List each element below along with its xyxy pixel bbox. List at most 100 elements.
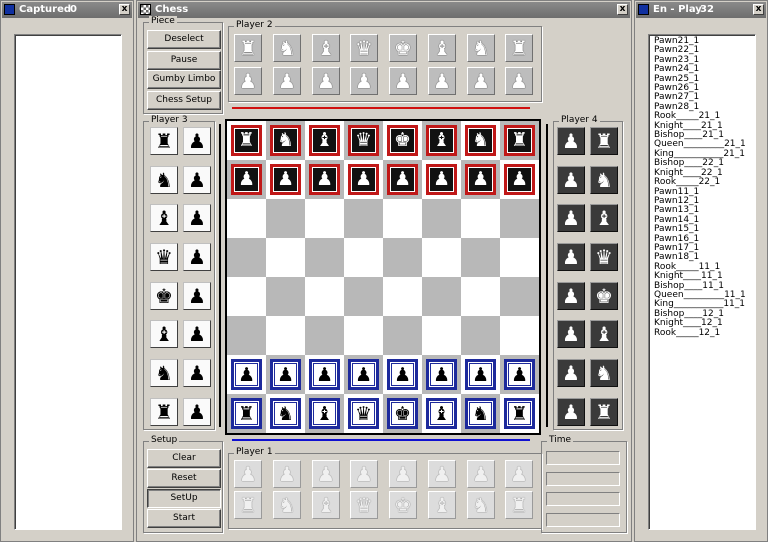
player3-piece-tile[interactable]: ♟: [183, 166, 211, 194]
board-square[interactable]: [461, 316, 500, 355]
player4-piece-tile[interactable]: ♞: [590, 359, 618, 387]
player2-piece-tile[interactable]: ♟: [389, 67, 417, 95]
player1-piece-tile[interactable]: ♝: [428, 491, 456, 519]
player1-board-piece[interactable]: ♟: [426, 359, 457, 390]
clear-button[interactable]: Clear: [147, 449, 221, 468]
player1-piece-tile[interactable]: ♟: [389, 460, 417, 488]
board-square[interactable]: ♟: [266, 355, 305, 394]
player4-piece-tile[interactable]: ♟: [557, 127, 585, 155]
player2-board-piece[interactable]: ♞: [465, 125, 496, 156]
player4-piece-tile[interactable]: ♛: [590, 243, 618, 271]
player4-piece-tile[interactable]: ♟: [557, 282, 585, 310]
board-square[interactable]: ♚: [383, 394, 422, 433]
player4-piece-tile[interactable]: ♟: [557, 243, 585, 271]
player4-piece-tile[interactable]: ♚: [590, 282, 618, 310]
player1-piece-tile[interactable]: ♟: [428, 460, 456, 488]
board-square[interactable]: ♟: [344, 160, 383, 199]
board-square[interactable]: [383, 316, 422, 355]
board-square[interactable]: [344, 238, 383, 277]
player2-board-piece[interactable]: ♟: [309, 164, 340, 195]
board-square[interactable]: [266, 316, 305, 355]
player4-piece-tile[interactable]: ♜: [590, 127, 618, 155]
player2-piece-tile[interactable]: ♟: [350, 67, 378, 95]
board-square[interactable]: ♛: [344, 121, 383, 160]
player3-piece-tile[interactable]: ♚: [150, 282, 178, 310]
player2-piece-tile[interactable]: ♜: [505, 34, 533, 62]
player3-piece-tile[interactable]: ♞: [150, 166, 178, 194]
board-square[interactable]: [461, 199, 500, 238]
player2-board-piece[interactable]: ♟: [270, 164, 301, 195]
player1-piece-tile[interactable]: ♝: [312, 491, 340, 519]
player3-piece-tile[interactable]: ♝: [150, 320, 178, 348]
player1-board-piece[interactable]: ♛: [348, 398, 379, 429]
player4-piece-tile[interactable]: ♟: [557, 320, 585, 348]
player3-piece-tile[interactable]: ♟: [183, 359, 211, 387]
start-button[interactable]: Start: [147, 509, 221, 528]
player1-piece-tile[interactable]: ♟: [350, 460, 378, 488]
player1-board-piece[interactable]: ♚: [387, 398, 418, 429]
player1-piece-tile[interactable]: ♟: [234, 460, 262, 488]
player3-piece-tile[interactable]: ♛: [150, 243, 178, 271]
player2-piece-tile[interactable]: ♜: [234, 34, 262, 62]
board-square[interactable]: ♟: [500, 355, 539, 394]
player2-piece-tile[interactable]: ♞: [467, 34, 495, 62]
player1-piece-tile[interactable]: ♟: [505, 460, 533, 488]
board-square[interactable]: [344, 199, 383, 238]
board-square[interactable]: [500, 199, 539, 238]
player1-board-piece[interactable]: ♟: [504, 359, 535, 390]
player1-board-piece[interactable]: ♜: [504, 398, 535, 429]
board-square[interactable]: [461, 277, 500, 316]
enplay-list[interactable]: Pawn21_1 Pawn22_1 Pawn23_1 Pawn24_1 Pawn25_1…: [648, 34, 756, 530]
player3-piece-tile[interactable]: ♟: [183, 282, 211, 310]
player1-piece-tile[interactable]: ♚: [389, 491, 417, 519]
player2-piece-tile[interactable]: ♟: [234, 67, 262, 95]
board-square[interactable]: [500, 238, 539, 277]
player2-board-piece[interactable]: ♟: [504, 164, 535, 195]
player2-board-piece[interactable]: ♟: [387, 164, 418, 195]
reset-button[interactable]: Reset: [147, 469, 221, 488]
close-icon[interactable]: x: [753, 4, 764, 15]
board-square[interactable]: [383, 199, 422, 238]
player4-piece-tile[interactable]: ♟: [557, 204, 585, 232]
player2-board-piece[interactable]: ♟: [426, 164, 457, 195]
board-square[interactable]: ♝: [422, 394, 461, 433]
player3-piece-tile[interactable]: ♟: [183, 398, 211, 426]
board-square[interactable]: ♟: [422, 355, 461, 394]
player1-board-piece[interactable]: ♝: [426, 398, 457, 429]
board-square[interactable]: ♜: [227, 394, 266, 433]
board-square[interactable]: [500, 277, 539, 316]
player2-piece-tile[interactable]: ♞: [273, 34, 301, 62]
board-square[interactable]: ♟: [422, 160, 461, 199]
player1-piece-tile[interactable]: ♜: [505, 491, 533, 519]
board-square[interactable]: [305, 199, 344, 238]
chess-setup-button[interactable]: Chess Setup: [147, 91, 221, 110]
player4-piece-tile[interactable]: ♝: [590, 204, 618, 232]
captured-titlebar[interactable]: Captured 0 x: [2, 2, 132, 18]
board-square[interactable]: [266, 199, 305, 238]
board-square[interactable]: [422, 238, 461, 277]
board-square[interactable]: [422, 277, 461, 316]
board-square[interactable]: ♟: [383, 160, 422, 199]
player1-piece-tile[interactable]: ♛: [350, 491, 378, 519]
board-square[interactable]: ♟: [305, 160, 344, 199]
board-square[interactable]: [422, 316, 461, 355]
player2-board-piece[interactable]: ♟: [348, 164, 379, 195]
board-square[interactable]: [266, 238, 305, 277]
player1-board-piece[interactable]: ♝: [309, 398, 340, 429]
player2-piece-tile[interactable]: ♟: [428, 67, 456, 95]
board-square[interactable]: ♟: [461, 355, 500, 394]
board-square[interactable]: ♝: [305, 121, 344, 160]
player1-piece-tile[interactable]: ♟: [467, 460, 495, 488]
board-square[interactable]: ♛: [344, 394, 383, 433]
board-square[interactable]: ♟: [227, 160, 266, 199]
board-square[interactable]: ♟: [344, 355, 383, 394]
player2-board-piece[interactable]: ♚: [387, 125, 418, 156]
player3-piece-tile[interactable]: ♟: [183, 243, 211, 271]
board-square[interactable]: [461, 238, 500, 277]
board-square[interactable]: ♜: [500, 394, 539, 433]
board-square[interactable]: ♞: [461, 394, 500, 433]
player1-board-piece[interactable]: ♟: [270, 359, 301, 390]
player3-piece-tile[interactable]: ♟: [183, 127, 211, 155]
player1-board-piece[interactable]: ♜: [231, 398, 262, 429]
player2-board-piece[interactable]: ♜: [504, 125, 535, 156]
